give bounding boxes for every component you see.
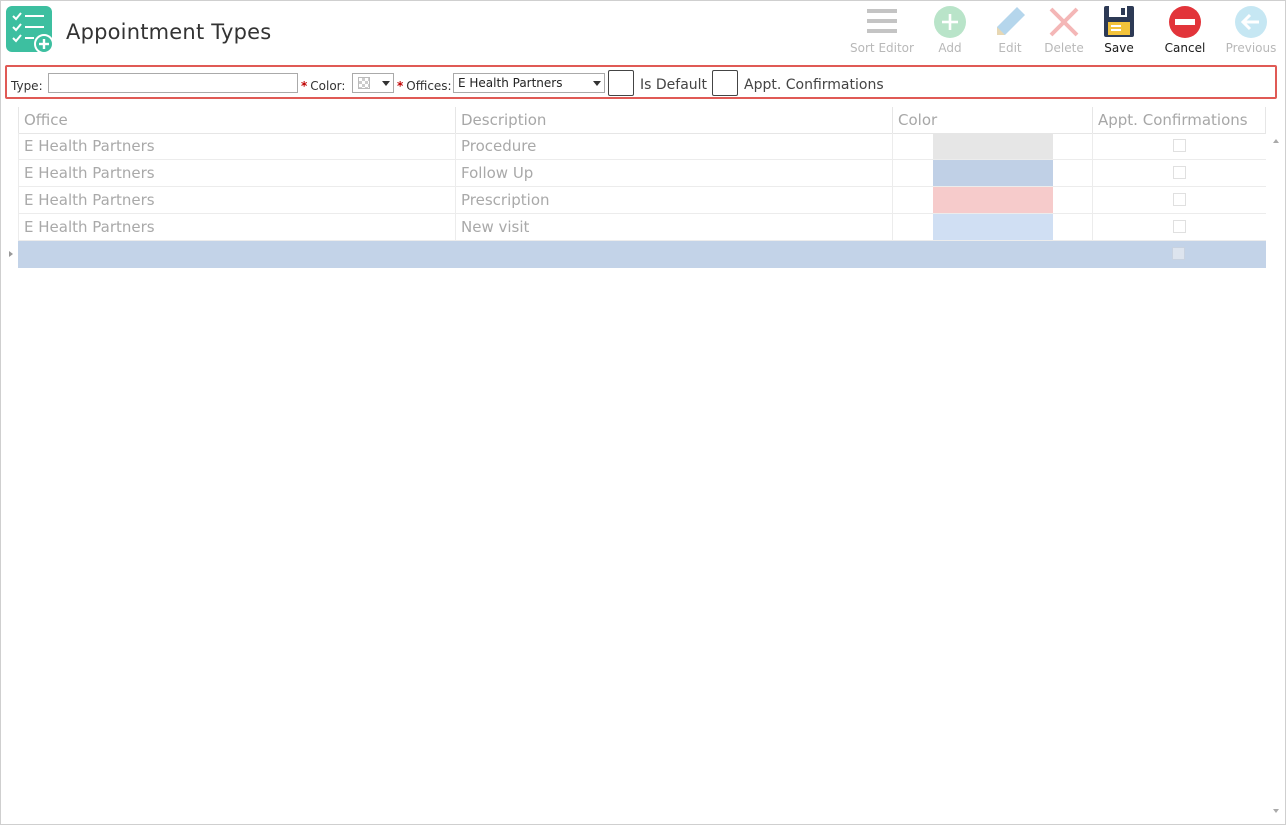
previous-label: Previous: [1225, 41, 1277, 55]
cell-appt-confirmations: [1092, 214, 1266, 240]
cell-color: [892, 187, 1092, 213]
color-block: [933, 187, 1053, 213]
appt-confirmations-cell-checkbox[interactable]: [1172, 247, 1185, 260]
appt-confirmations-cell-checkbox[interactable]: [1173, 220, 1186, 233]
cell-description: Follow Up: [455, 160, 892, 186]
cancel-label: Cancel: [1164, 41, 1206, 55]
edit-form-bar: Type: * Color: * Offices: E Health Partner…: [5, 65, 1277, 99]
color-block: [933, 160, 1053, 186]
column-header-appt-confirmations[interactable]: Appt. Confirmations: [1092, 107, 1266, 133]
table-row[interactable]: E Health Partners Prescription: [18, 187, 1266, 214]
row-indicator-icon: [9, 251, 13, 257]
offices-select[interactable]: E Health Partners: [453, 73, 605, 93]
table-row[interactable]: E Health Partners New visit: [18, 214, 1266, 241]
color-picker[interactable]: [352, 73, 394, 93]
appt-confirmations-cell-checkbox[interactable]: [1173, 139, 1186, 152]
type-label: Type:: [11, 79, 43, 93]
scroll-up-icon[interactable]: [1273, 139, 1279, 143]
type-input[interactable]: [48, 73, 298, 93]
cell-description: New visit: [455, 214, 892, 240]
scroll-down-icon[interactable]: [1273, 809, 1279, 813]
cell-office: E Health Partners: [18, 214, 455, 240]
floppy-disk-icon: [1084, 5, 1154, 41]
arrow-left-circle-icon: [1216, 5, 1286, 41]
color-label: * Color:: [301, 79, 346, 93]
cell-appt-confirmations: [1092, 241, 1266, 267]
cell-appt-confirmations: [1092, 187, 1266, 213]
appt-confirmations-cell-checkbox[interactable]: [1173, 193, 1186, 206]
cell-appt-confirmations: [1092, 133, 1266, 159]
appt-confirmations-label: Appt. Confirmations: [744, 77, 884, 93]
offices-select-value: E Health Partners: [458, 76, 563, 90]
cell-office: E Health Partners: [18, 187, 455, 213]
cell-office: E Health Partners: [18, 133, 455, 159]
cell-appt-confirmations: [1092, 160, 1266, 186]
save-label: Save: [1104, 41, 1134, 55]
sort-editor-label: Sort Editor: [850, 41, 914, 55]
color-block: [933, 133, 1053, 159]
cell-office: [18, 241, 455, 267]
color-swatch: [358, 77, 370, 89]
appointment-types-window: Appointment Types Sort Editor Add Edit D…: [0, 0, 1286, 825]
cell-color: [892, 133, 1092, 159]
column-header-color[interactable]: Color: [892, 107, 1092, 133]
table-row[interactable]: E Health Partners Procedure: [18, 133, 1266, 160]
cell-description: Prescription: [455, 187, 892, 213]
minus-circle-icon: [1150, 5, 1220, 41]
cell-color: [892, 214, 1092, 240]
color-block: [933, 214, 1053, 240]
grid-header: Office Description Color Appt. Confirmat…: [18, 107, 1266, 134]
chevron-down-icon: [593, 81, 601, 86]
offices-label: * Offices:: [397, 79, 452, 93]
previous-button[interactable]: Previous: [1216, 5, 1286, 57]
column-header-office[interactable]: Office: [18, 107, 455, 133]
appt-confirmations-cell-checkbox[interactable]: [1173, 166, 1186, 179]
appointment-types-grid: Office Description Color Appt. Confirmat…: [3, 105, 1285, 821]
cancel-button[interactable]: Cancel: [1150, 5, 1220, 57]
sort-editor-button[interactable]: Sort Editor: [847, 5, 917, 57]
chevron-down-icon: [382, 81, 390, 86]
cell-description: Procedure: [455, 133, 892, 159]
is-default-checkbox[interactable]: [608, 70, 634, 96]
checklist-add-icon: [6, 6, 54, 54]
cell-office: E Health Partners: [18, 160, 455, 186]
page-title: Appointment Types: [66, 20, 272, 44]
table-row[interactable]: E Health Partners Follow Up: [18, 160, 1266, 187]
cell-color: [892, 160, 1092, 186]
column-header-description[interactable]: Description: [455, 107, 892, 133]
hamburger-icon: [847, 5, 917, 41]
save-button[interactable]: Save: [1084, 5, 1154, 57]
cell-description: [455, 241, 892, 267]
new-row[interactable]: [18, 241, 1266, 268]
is-default-label: Is Default: [640, 77, 708, 93]
appt-confirmations-checkbox[interactable]: [712, 70, 738, 96]
